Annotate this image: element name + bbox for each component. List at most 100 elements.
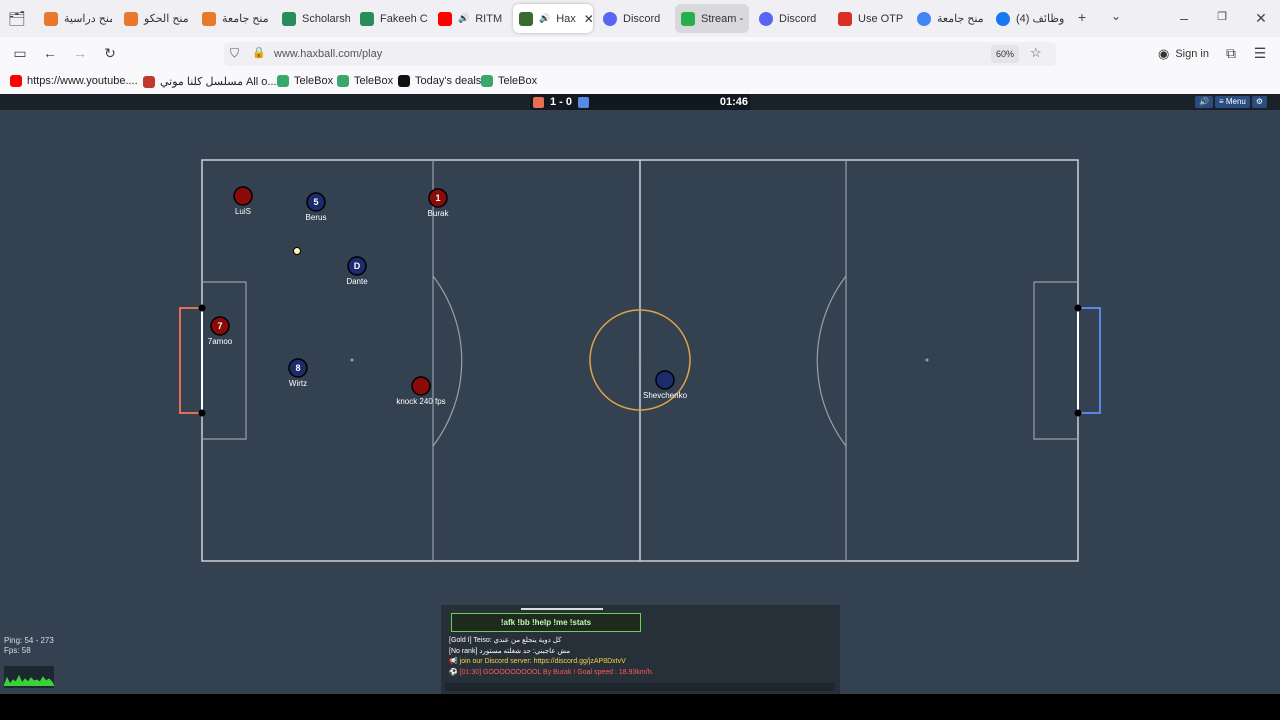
facebook-icon: [996, 11, 1010, 26]
right-penalty-box: [1033, 281, 1078, 440]
tab-label: منح الحكو: [144, 13, 189, 25]
player-blue: [655, 370, 675, 390]
tab-6[interactable]: 🔊 Hax ✕: [513, 4, 593, 33]
telebox-icon: [337, 75, 349, 87]
tab-label: Use OTP: [858, 12, 904, 25]
reload-button[interactable]: ↻: [101, 45, 119, 62]
bookmark-item[interactable]: TeleBox: [481, 75, 537, 87]
menu-button[interactable]: ≡ Menu: [1214, 96, 1250, 108]
back-button[interactable]: ←: [41, 45, 59, 61]
lock-icon[interactable]: 🔒: [252, 46, 266, 59]
haxball-game[interactable]: LuiS 5 Berus 1 Burak D Dante 7 7amoo 8 Wirtz knock …: [0, 94, 1280, 694]
bookmark-item[interactable]: TeleBox: [277, 75, 333, 87]
player-number: 1: [435, 193, 440, 203]
app-menu-icon[interactable]: ☰: [1251, 45, 1269, 62]
forward-button[interactable]: →: [71, 45, 89, 61]
bookmark-item[interactable]: مسلسل كلنا موتي All o...: [143, 75, 277, 88]
shield-icon[interactable]: ⛉: [230, 46, 239, 61]
tab-9[interactable]: Discord: [753, 4, 827, 33]
bookmark-label: TeleBox: [498, 75, 538, 87]
tab-label: (4) وظائف: [1016, 13, 1065, 25]
tab-7[interactable]: Discord: [597, 4, 671, 33]
sign-in-button[interactable]: ◉ Sign in: [1152, 42, 1215, 66]
bookmark-label: https://www.youtube....: [27, 75, 138, 87]
url-text[interactable]: www.haxball.com/play: [274, 48, 382, 60]
telebox-icon: [277, 75, 289, 87]
address-bar[interactable]: ⛉ 🔒 www.haxball.com/play 60% ☆: [224, 42, 1056, 66]
tab-list-icon[interactable]: 🗂: [8, 10, 26, 27]
settings-gear-icon[interactable]: ⚙: [1251, 96, 1268, 108]
scoreboard: 1 - 0 01:46: [530, 94, 750, 110]
tab-5[interactable]: 🔊 RITM: [432, 4, 508, 33]
tab-2[interactable]: منح جامعة: [196, 4, 270, 33]
leaf-icon: [282, 11, 296, 26]
goal-post: [1074, 409, 1082, 417]
orange-square-icon: [44, 11, 58, 26]
youtube-icon: [10, 75, 22, 87]
chat-message: 📢 join our Discord server: https://disco…: [449, 658, 626, 665]
bookmark-item[interactable]: TeleBox: [337, 75, 393, 87]
player-name: knock 240 fps: [396, 397, 445, 406]
close-window-button[interactable]: ✕: [1252, 10, 1270, 27]
tab-11[interactable]: منح جامعة: [911, 4, 987, 33]
telebox-icon: [481, 75, 493, 87]
score-text: 1 - 0: [550, 96, 573, 108]
chat-message: ⚽ [01:30] GOOOOOOOOOL By Burak ! Goal sp…: [449, 668, 654, 676]
maximize-button[interactable]: ❐: [1213, 10, 1231, 23]
bookmark-item[interactable]: Today's deals: [398, 75, 481, 87]
goal-post: [1074, 304, 1082, 312]
pitch: LuiS 5 Berus 1 Burak D Dante 7 7amoo 8 Wirtz knock …: [179, 159, 1101, 562]
sign-in-label: Sign in: [1175, 48, 1209, 60]
chat-scroll-indicator: [521, 608, 603, 610]
right-spot: [925, 358, 929, 362]
leaf-icon: [360, 11, 374, 26]
sound-button[interactable]: 🔊: [1195, 96, 1213, 108]
new-tab-button[interactable]: +: [1073, 9, 1091, 25]
tab-1[interactable]: منح الحكو: [118, 4, 192, 33]
bookmarks-bar: https://www.youtube.... مسلسل كلنا موتي A…: [0, 71, 1280, 94]
red-goal: [179, 307, 202, 414]
google-icon: [917, 11, 931, 26]
tab-8[interactable]: Stream -: [675, 4, 749, 33]
left-penalty-box: [202, 281, 247, 440]
audio-playing-icon[interactable]: 🔊: [458, 13, 469, 24]
tab-3[interactable]: Scholarsh: [276, 4, 350, 33]
player-name: LuiS: [235, 207, 251, 216]
zoom-indicator[interactable]: 60%: [991, 45, 1019, 63]
bookmark-item[interactable]: https://www.youtube....: [10, 75, 138, 87]
tab-0[interactable]: منح دراسية: [38, 4, 112, 33]
haxball-icon: [519, 11, 533, 26]
bookmark-star-icon[interactable]: ☆: [1030, 45, 1042, 61]
youtube-icon: [438, 11, 452, 26]
sidebar-toggle-icon[interactable]: ▭: [11, 45, 29, 62]
minimize-button[interactable]: –: [1175, 10, 1193, 26]
kick-icon: [681, 11, 695, 26]
player-name: Burak: [428, 209, 450, 218]
tab-4[interactable]: Fakeeh C: [354, 4, 428, 33]
close-tab-icon[interactable]: ✕: [584, 12, 593, 26]
tab-label: Fakeeh C: [380, 12, 428, 25]
tab-label: منح دراسية: [64, 13, 112, 25]
player-red: [411, 376, 431, 396]
extensions-icon[interactable]: ⧉: [1222, 45, 1240, 62]
bookmark-label: TeleBox: [354, 75, 394, 87]
player-number: D: [354, 261, 361, 271]
tab-10[interactable]: Use OTP: [832, 4, 906, 33]
chat-commands-bar[interactable]: !afk !bb !help !me !stats: [451, 613, 641, 632]
match-timer: 01:46: [719, 96, 748, 108]
right-arc: [816, 275, 847, 447]
audio-playing-icon[interactable]: 🔊: [539, 13, 550, 24]
game-controls: 🔊 ≡ Menu ⚙: [1195, 96, 1277, 108]
fps-text: Fps: 58: [4, 646, 31, 655]
tab-12[interactable]: (4) وظائف: [990, 4, 1070, 33]
chat-message: [No rank] مش عاجبني: حد شغلته مستورد: [449, 647, 571, 655]
tab-overflow-chevron-icon[interactable]: ⌄: [1107, 9, 1125, 23]
orange-square-icon: [202, 11, 216, 26]
tab-label: Discord: [623, 12, 661, 25]
chat-input[interactable]: [445, 683, 835, 691]
menu-label: Menu: [1225, 97, 1246, 106]
goal-post: [198, 409, 206, 417]
blue-team-square: [578, 96, 590, 108]
red-team-square: [533, 96, 544, 108]
blue-goal: [1078, 307, 1101, 414]
